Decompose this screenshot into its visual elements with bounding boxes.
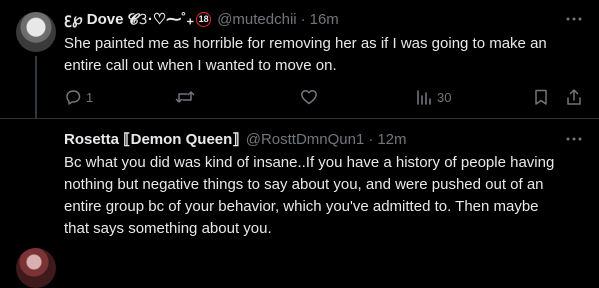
retweet-icon — [175, 88, 195, 106]
bookmark-icon — [532, 88, 550, 106]
reply-icon — [64, 88, 82, 106]
age-badge: 18 — [196, 11, 212, 27]
separator-dot: · — [300, 10, 306, 28]
like-button[interactable] — [300, 86, 322, 108]
tweet-2[interactable]: Rosetta ⟦Demon Queen⟧ @RosttDmnQun1 · 12… — [0, 118, 599, 288]
timestamp[interactable]: 12m — [377, 131, 406, 148]
display-name[interactable]: Rosetta ⟦Demon Queen⟧ — [64, 130, 240, 148]
views-icon — [415, 88, 433, 106]
views-button[interactable]: 30 — [415, 86, 451, 108]
reply-button[interactable]: 1 — [64, 86, 93, 108]
separator-dot: · — [368, 130, 374, 148]
handle[interactable]: @mutedchii — [217, 11, 296, 28]
tweet-header: Rosetta ⟦Demon Queen⟧ @RosttDmnQun1 · 12… — [64, 129, 583, 149]
reply-count: 1 — [86, 89, 94, 105]
thread-line — [35, 56, 37, 119]
tweet-1[interactable]: ꜫ℘ Dove 𝓒𝟹·♡⁓˚₊ 18 @mutedchii · 16m She … — [0, 0, 599, 119]
display-name[interactable]: ꜫ℘ Dove 𝓒𝟹·♡⁓˚₊ — [64, 10, 194, 28]
action-bar: 1 30 — [64, 86, 583, 108]
heart-icon — [300, 88, 318, 106]
views-count: 30 — [437, 89, 452, 105]
avatar[interactable] — [16, 248, 56, 288]
more-icon[interactable] — [565, 10, 583, 28]
tweet-text: She painted me as horrible for removing … — [64, 35, 547, 74]
retweet-button[interactable] — [175, 86, 199, 108]
share-button[interactable] — [565, 86, 583, 108]
timestamp[interactable]: 16m — [310, 11, 339, 28]
bookmark-button[interactable] — [532, 86, 550, 108]
tweet-text: Bc what you did was kind of insane..If y… — [64, 154, 555, 237]
avatar[interactable] — [16, 12, 56, 52]
more-icon[interactable] — [565, 130, 583, 148]
handle[interactable]: @RosttDmnQun1 — [246, 131, 365, 148]
tweet-header: ꜫ℘ Dove 𝓒𝟹·♡⁓˚₊ 18 @mutedchii · 16m — [64, 9, 583, 29]
share-icon — [565, 88, 583, 106]
